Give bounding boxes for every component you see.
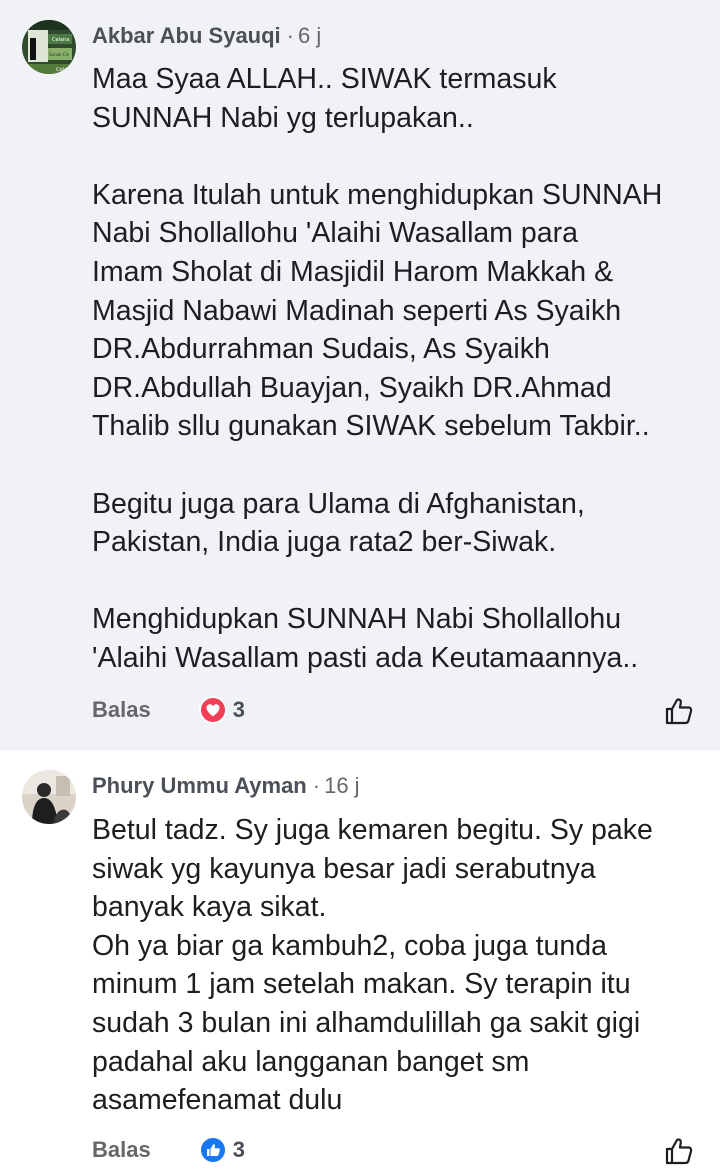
comment-header: Akbar Abu Syauqi · 6 j xyxy=(92,20,321,52)
comment-item: Celana Sunah Cin Cela Akbar Abu Syauqi · 6… xyxy=(0,0,720,750)
reaction-summary[interactable]: 3 xyxy=(198,696,245,724)
reaction-count: 3 xyxy=(232,697,245,722)
reaction-count: 3 xyxy=(232,1137,245,1162)
separator-dot: · xyxy=(286,23,294,48)
avatar-image xyxy=(22,770,76,824)
comment-time[interactable]: 6 j xyxy=(298,23,321,48)
comment-actions: Balas 3 xyxy=(92,690,245,730)
avatar-image: Celana Sunah Cin Cela xyxy=(22,20,76,74)
thumbs-up-icon[interactable] xyxy=(664,1136,694,1166)
heart-icon xyxy=(198,696,227,724)
comment-header: Phury Ummu Ayman · 16 j xyxy=(92,770,360,802)
comment-time[interactable]: 16 j xyxy=(324,773,359,798)
reply-button[interactable]: Balas xyxy=(92,697,151,723)
comment-actions: Balas 3 xyxy=(92,1130,245,1170)
like-icon xyxy=(198,1136,227,1164)
avatar-text-1: Celana xyxy=(52,37,69,43)
reaction-summary[interactable]: 3 xyxy=(198,1136,245,1164)
avatar[interactable] xyxy=(22,770,76,824)
separator-dot: · xyxy=(312,773,321,798)
comment-text: Betul tadz. Sy juga kemaren begitu. Sy p… xyxy=(92,814,653,1117)
reply-button[interactable]: Balas xyxy=(92,1137,151,1163)
comment-item: Phury Ummu Ayman · 16 j Betul tadz. Sy jug… xyxy=(0,750,720,1172)
avatar-text-3: Cela xyxy=(56,67,67,73)
thumbs-up-icon[interactable] xyxy=(664,696,694,726)
author-name[interactable]: Phury Ummu Ayman xyxy=(92,773,307,798)
author-name[interactable]: Akbar Abu Syauqi xyxy=(92,23,281,48)
comment-text: Maa Syaa ALLAH.. SIWAK termasuk SUNNAH N… xyxy=(92,63,663,674)
avatar[interactable]: Celana Sunah Cin Cela xyxy=(22,20,76,74)
avatar-text-2: Sunah Cin xyxy=(49,52,70,57)
